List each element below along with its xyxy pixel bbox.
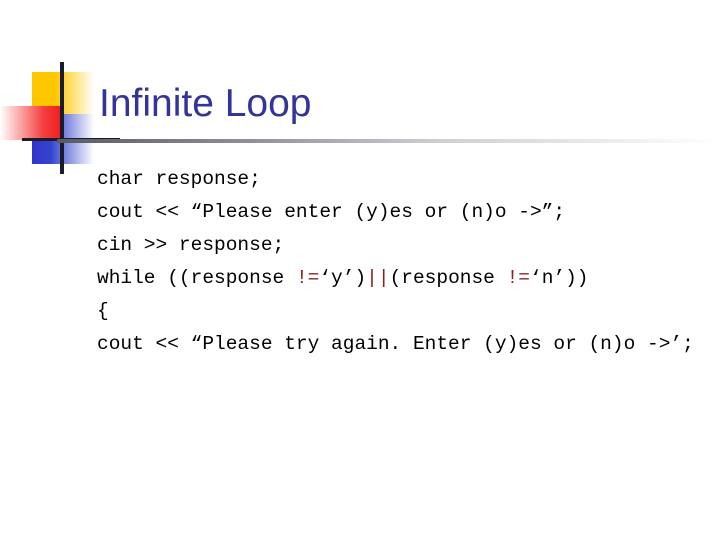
code-line: char response; bbox=[75, 163, 711, 196]
code-operator: != bbox=[295, 267, 320, 289]
code-text: char response; bbox=[97, 168, 261, 190]
red-square-icon bbox=[0, 106, 60, 140]
title-divider bbox=[57, 139, 720, 143]
code-line: cout << “Please try again. Enter (y)es o… bbox=[97, 328, 711, 361]
code-block: char response; cout << “Please enter (y)e… bbox=[97, 163, 711, 361]
code-text: ‘y’) bbox=[319, 267, 367, 289]
logo-vertical-line bbox=[60, 62, 64, 174]
code-line: { bbox=[75, 295, 711, 328]
slide-title: Infinite Loop bbox=[99, 82, 312, 125]
code-text: cout << “Please try again. Enter (y)es o… bbox=[97, 333, 694, 355]
code-line: cin >> response; bbox=[75, 229, 711, 262]
code-text: while ((response bbox=[97, 267, 296, 289]
code-text: ‘n’)) bbox=[530, 267, 589, 289]
code-text: (response bbox=[389, 267, 507, 289]
slide: Infinite Loop char response; cout << “Ple… bbox=[0, 0, 720, 540]
code-text: cin >> response; bbox=[97, 234, 285, 256]
code-line: while ((response !=‘y’)||(response !=‘n’… bbox=[97, 262, 711, 295]
code-operator: != bbox=[506, 267, 530, 289]
code-text: cout << “Please enter (y)es or (n)o ->”; bbox=[97, 201, 566, 223]
code-operator: || bbox=[366, 267, 390, 289]
code-line: cout << “Please enter (y)es or (n)o ->”; bbox=[75, 196, 711, 229]
code-text: { bbox=[97, 300, 109, 322]
